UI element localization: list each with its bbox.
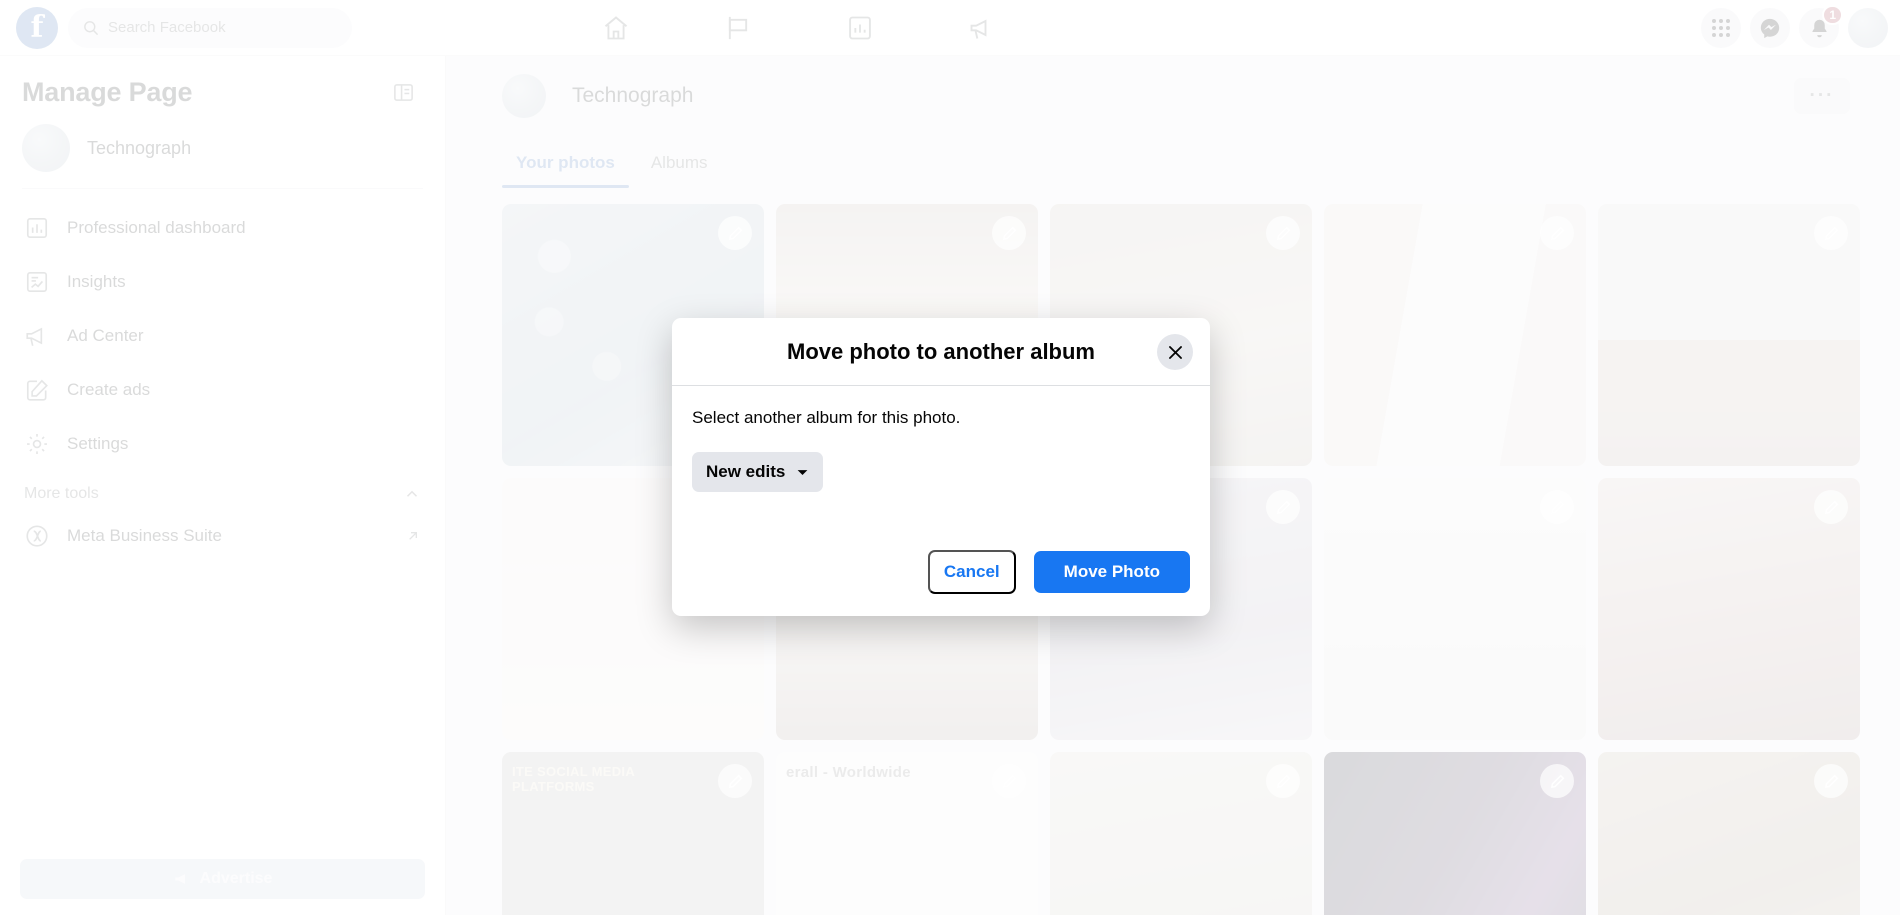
meta-circle-icon [24, 523, 50, 549]
messenger-icon[interactable] [1750, 8, 1790, 48]
top-nav-icons [555, 0, 1043, 56]
pencil-icon[interactable] [1814, 490, 1848, 524]
notification-badge: 1 [1822, 5, 1843, 25]
pencil-icon[interactable] [1266, 216, 1300, 250]
insights-icon [24, 269, 50, 295]
chevron-down-icon [796, 466, 809, 479]
sidebar-item-insights[interactable]: Insights [10, 255, 435, 309]
sidebar-item-ad-center[interactable]: Ad Center [10, 309, 435, 363]
close-icon[interactable] [1157, 334, 1193, 370]
photo-thumbnail[interactable] [1598, 752, 1860, 915]
pencil-square-icon [24, 377, 50, 403]
chevron-up-icon [403, 485, 421, 503]
search-input[interactable]: Search Facebook [68, 7, 352, 48]
app-root: f Search Facebook 1 Manage Page Technogr… [0, 0, 1900, 915]
sidebar-item-label: Settings [67, 434, 129, 453]
photo-thumbnail[interactable] [1324, 204, 1586, 466]
sidebar-item-create-ads[interactable]: Create ads [10, 363, 435, 417]
nav-insights[interactable] [799, 0, 921, 56]
megaphone-icon [173, 870, 191, 888]
page-header: Technograph ··· [446, 56, 1900, 118]
pencil-icon[interactable] [1814, 764, 1848, 798]
pencil-icon[interactable] [1540, 490, 1574, 524]
photo-thumbnail[interactable] [1324, 752, 1586, 915]
advertise-button[interactable]: Advertise [20, 859, 425, 899]
nav-ads[interactable] [921, 0, 1043, 56]
sidebar-item-meta-business-suite[interactable]: Meta Business Suite [10, 509, 435, 563]
photo-thumbnail[interactable]: erall - Worldwide [776, 752, 1038, 915]
nav-home[interactable] [555, 0, 677, 56]
photo-caption: ITE SOCIAL MEDIA PLATFORMS [512, 764, 635, 794]
album-select-value: New edits [706, 462, 786, 481]
pencil-icon[interactable] [1266, 764, 1300, 798]
tab-albums[interactable]: Albums [637, 138, 722, 188]
pencil-icon[interactable] [718, 216, 752, 250]
sidebar-item-settings[interactable]: Settings [10, 417, 435, 471]
photo-thumbnail[interactable] [1598, 478, 1860, 740]
page-avatar [502, 74, 546, 118]
photo-thumbnail[interactable] [1598, 204, 1860, 466]
pencil-icon[interactable] [992, 216, 1026, 250]
photo-thumbnail[interactable] [1050, 752, 1312, 915]
photo-caption: erall - Worldwide [786, 764, 911, 781]
sidebar-title: Manage Page [22, 76, 193, 107]
sidebar-item-professional-dashboard[interactable]: Professional dashboard [10, 201, 435, 255]
cancel-button[interactable]: Cancel [927, 550, 1016, 594]
sidebar-item-label: Insights [67, 272, 126, 291]
advertise-label: Advertise [199, 870, 273, 887]
notifications-bell-icon[interactable]: 1 [1799, 5, 1843, 48]
pencil-icon[interactable] [718, 764, 752, 798]
dialog-body: Select another album for this photo. New… [672, 386, 1210, 550]
move-photo-dialog: Move photo to another album Select anoth… [672, 318, 1210, 616]
pencil-icon[interactable] [1266, 490, 1300, 524]
sidebar-item-label: Meta Business Suite [67, 526, 222, 545]
dashboard-icon [24, 215, 50, 241]
search-placeholder: Search Facebook [108, 19, 226, 36]
megaphone-icon [24, 323, 50, 349]
external-link-icon [405, 528, 421, 544]
photo-thumbnail[interactable]: ITE SOCIAL MEDIA PLATFORMS [502, 752, 764, 915]
grid-menu-icon[interactable] [1701, 8, 1741, 48]
sidebar-item-label: Professional dashboard [67, 218, 246, 237]
album-select-dropdown[interactable]: New edits [692, 452, 824, 492]
dialog-title: Move photo to another album [787, 338, 1095, 364]
pencil-icon[interactable] [1540, 764, 1574, 798]
sidebar-page-entry[interactable]: Technograph [0, 114, 445, 188]
nav-pages[interactable] [677, 0, 799, 56]
dialog-header: Move photo to another album [672, 318, 1210, 386]
sidebar-section-label: More tools [24, 485, 99, 502]
pencil-icon[interactable] [1814, 216, 1848, 250]
facebook-logo-icon[interactable]: f [16, 6, 58, 49]
sidebar-section-more-tools[interactable]: More tools [0, 471, 445, 509]
sidebar-nav-list: Professional dashboard Insights Ad Cente… [0, 189, 445, 471]
search-icon [82, 19, 99, 36]
pencil-icon[interactable] [992, 764, 1026, 798]
photo-tabs: Your photos Albums [446, 118, 1900, 188]
profile-avatar[interactable] [1848, 8, 1888, 48]
dialog-footer: Cancel Move Photo [672, 550, 1210, 616]
tab-your-photos[interactable]: Your photos [502, 138, 629, 188]
sidebar-item-label: Create ads [67, 380, 151, 399]
pencil-icon[interactable] [1540, 216, 1574, 250]
photo-thumbnail[interactable] [1324, 478, 1586, 740]
sidebar: Manage Page Technograph Professional das… [0, 56, 446, 915]
sidebar-item-label: Ad Center [67, 326, 144, 345]
top-right-actions: 1 [1701, 0, 1888, 56]
page-title: Technograph [572, 84, 694, 107]
dialog-description: Select another album for this photo. [692, 408, 961, 427]
sidebar-tools-list: Meta Business Suite [0, 509, 445, 563]
gear-icon [24, 431, 50, 457]
page-avatar [22, 124, 70, 172]
top-navigation-bar: f Search Facebook 1 [0, 0, 1900, 56]
sidebar-page-name: Technograph [87, 137, 192, 158]
panel-collapse-icon[interactable] [385, 74, 421, 110]
sidebar-header: Manage Page [0, 56, 445, 114]
move-photo-button[interactable]: Move Photo [1033, 551, 1190, 593]
page-more-options-button[interactable]: ··· [1794, 78, 1850, 114]
